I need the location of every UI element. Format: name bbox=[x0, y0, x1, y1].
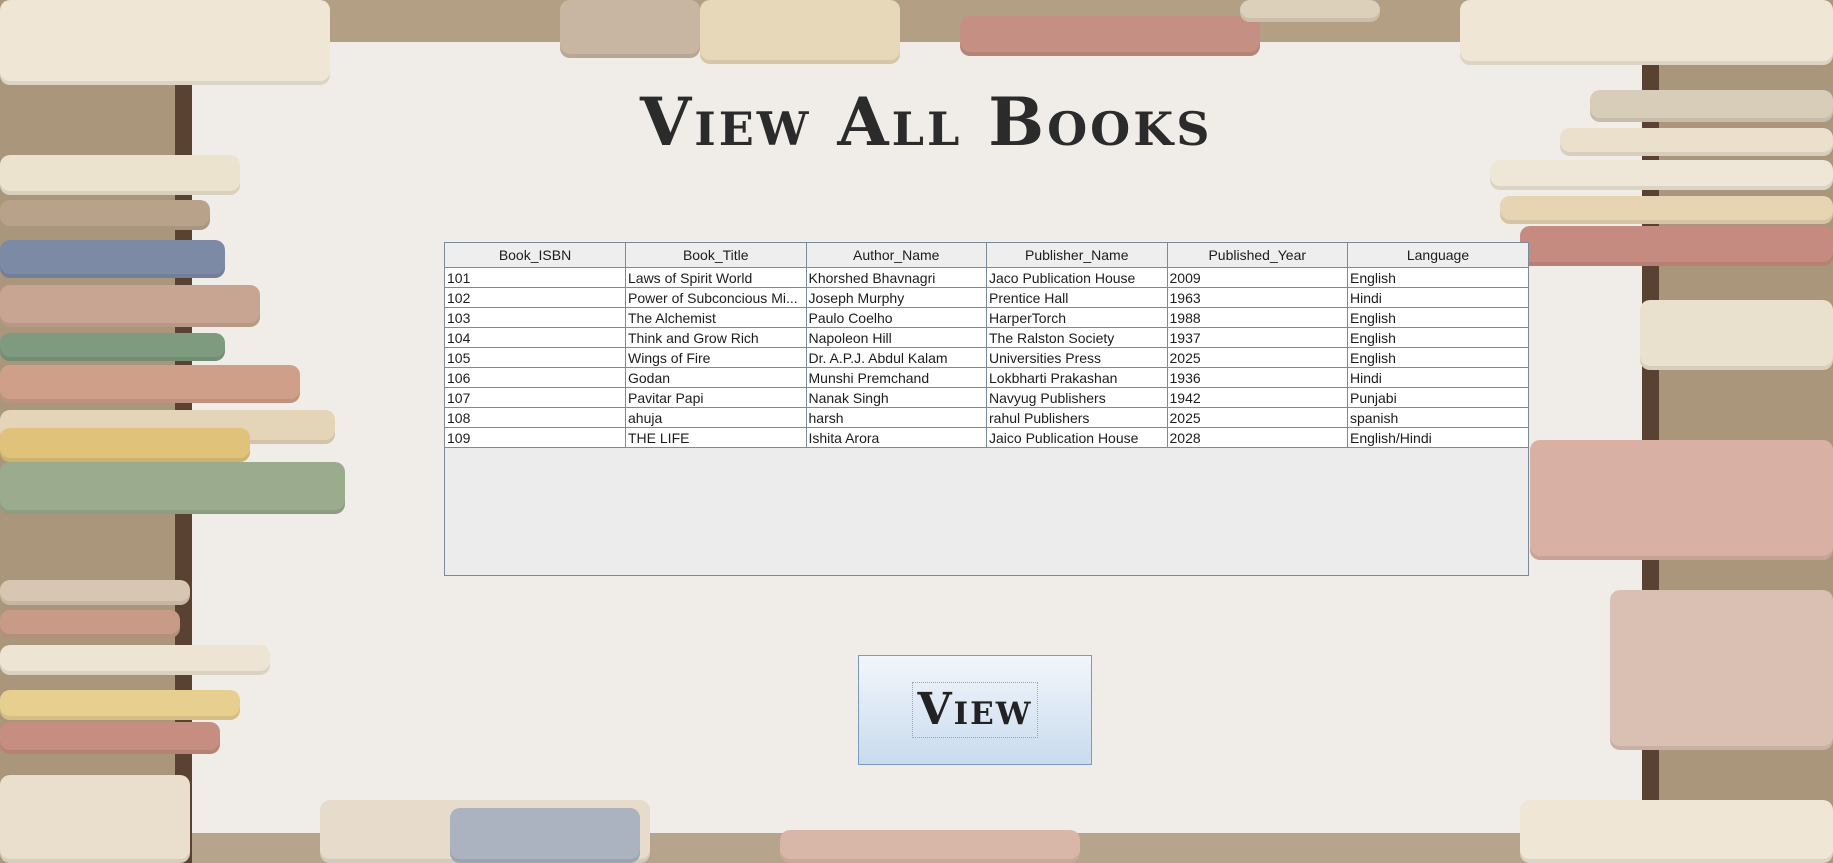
table-cell[interactable]: 102 bbox=[445, 287, 626, 308]
books-table[interactable]: Book_ISBN Book_Title Author_Name Publish… bbox=[444, 242, 1529, 576]
table-cell[interactable]: English bbox=[1347, 267, 1528, 288]
table-cell[interactable]: Universities Press bbox=[986, 347, 1168, 368]
table-row[interactable]: 103 The Alchemist Paulo Coelho HarperTorch 1… bbox=[445, 307, 1528, 328]
table-row[interactable]: 107 Pavitar Papi Nanak Singh Navyug Publish… bbox=[445, 387, 1528, 408]
table-cell[interactable]: harsh bbox=[805, 407, 987, 428]
table-cell[interactable]: Jaico Publication House bbox=[986, 427, 1168, 448]
background-wood-top bbox=[190, 0, 1643, 42]
table-cell[interactable]: Prentice Hall bbox=[986, 287, 1168, 308]
table-cell[interactable]: 105 bbox=[445, 347, 626, 368]
page-title: View All Books bbox=[640, 83, 1213, 161]
table-cell[interactable]: 109 bbox=[445, 427, 626, 448]
table-cell[interactable]: Jaco Publication House bbox=[986, 267, 1168, 288]
table-cell[interactable]: The Ralston Society bbox=[986, 327, 1168, 348]
table-cell[interactable]: Munshi Premchand bbox=[805, 367, 987, 388]
table-cell[interactable]: 108 bbox=[445, 407, 626, 428]
table-cell[interactable]: Paulo Coelho bbox=[805, 307, 987, 328]
column-header-book-isbn[interactable]: Book_ISBN bbox=[445, 243, 626, 268]
table-cell[interactable]: The Alchemist bbox=[625, 307, 807, 328]
table-cell[interactable]: 106 bbox=[445, 367, 626, 388]
table-row[interactable]: 109 THE LIFE Ishita Arora Jaico Publication… bbox=[445, 427, 1528, 448]
table-cell[interactable]: spanish bbox=[1347, 407, 1528, 428]
table-cell[interactable]: 1937 bbox=[1166, 327, 1348, 348]
table-cell[interactable]: Hindi bbox=[1347, 367, 1528, 388]
table-cell[interactable]: English bbox=[1347, 347, 1528, 368]
table-cell[interactable]: Joseph Murphy bbox=[805, 287, 987, 308]
table-cell[interactable]: 1963 bbox=[1166, 287, 1348, 308]
table-cell[interactable]: Laws of Spirit World bbox=[625, 267, 807, 288]
table-cell[interactable]: 103 bbox=[445, 307, 626, 328]
table-cell[interactable]: Lokbharti Prakashan bbox=[986, 367, 1168, 388]
table-cell[interactable]: 2025 bbox=[1166, 347, 1348, 368]
table-cell[interactable]: Nanak Singh bbox=[805, 387, 987, 408]
table-cell[interactable]: ahuja bbox=[625, 407, 807, 428]
table-cell[interactable]: THE LIFE bbox=[625, 427, 807, 448]
column-header-book-title[interactable]: Book_Title bbox=[625, 243, 807, 268]
table-cell[interactable]: Godan bbox=[625, 367, 807, 388]
table-cell[interactable]: Dr. A.P.J. Abdul Kalam bbox=[805, 347, 987, 368]
table-cell[interactable]: 2009 bbox=[1166, 267, 1348, 288]
table-cell[interactable]: 1942 bbox=[1166, 387, 1348, 408]
table-cell[interactable]: Navyug Publishers bbox=[986, 387, 1168, 408]
table-cell[interactable]: HarperTorch bbox=[986, 307, 1168, 328]
table-cell[interactable]: Punjabi bbox=[1347, 387, 1528, 408]
table-cell[interactable]: Wings of Fire bbox=[625, 347, 807, 368]
column-header-language[interactable]: Language bbox=[1347, 243, 1528, 268]
table-cell[interactable]: English/Hindi bbox=[1347, 427, 1528, 448]
table-cell[interactable]: English bbox=[1347, 327, 1528, 348]
view-button[interactable]: View bbox=[858, 655, 1092, 765]
column-header-published-year[interactable]: Published_Year bbox=[1166, 243, 1348, 268]
table-cell[interactable]: 1936 bbox=[1166, 367, 1348, 388]
table-cell[interactable]: rahul Publishers bbox=[986, 407, 1168, 428]
table-cell[interactable]: 107 bbox=[445, 387, 626, 408]
table-cell[interactable]: English bbox=[1347, 307, 1528, 328]
table-cell[interactable]: 104 bbox=[445, 327, 626, 348]
table-row[interactable]: 104 Think and Grow Rich Napoleon Hill The R… bbox=[445, 327, 1528, 348]
table-cell[interactable]: Pavitar Papi bbox=[625, 387, 807, 408]
table-cell[interactable]: Hindi bbox=[1347, 287, 1528, 308]
column-header-publisher-name[interactable]: Publisher_Name bbox=[986, 243, 1168, 268]
table-header-row: Book_ISBN Book_Title Author_Name Publish… bbox=[445, 243, 1528, 268]
table-cell[interactable]: Ishita Arora bbox=[805, 427, 987, 448]
table-row[interactable]: 105 Wings of Fire Dr. A.P.J. Abdul Kalam Un… bbox=[445, 347, 1528, 368]
table-row[interactable]: 101 Laws of Spirit World Khorshed Bhavnagr… bbox=[445, 267, 1528, 288]
table-body: 101 Laws of Spirit World Khorshed Bhavnagr… bbox=[445, 267, 1528, 448]
table-cell[interactable]: 2025 bbox=[1166, 407, 1348, 428]
table-row[interactable]: 106 Godan Munshi Premchand Lokbharti Prakas… bbox=[445, 367, 1528, 388]
view-button-label: View bbox=[912, 682, 1038, 738]
table-cell[interactable]: 101 bbox=[445, 267, 626, 288]
table-cell[interactable]: Khorshed Bhavnagri bbox=[805, 267, 987, 288]
column-header-author-name[interactable]: Author_Name bbox=[805, 243, 987, 268]
table-row[interactable]: 102 Power of Subconcious Mi... Joseph Murp… bbox=[445, 287, 1528, 308]
table-row[interactable]: 108 ahuja harsh rahul Publishers 2025 spanish bbox=[445, 407, 1528, 428]
table-cell[interactable]: Power of Subconcious Mi... bbox=[625, 287, 807, 308]
table-cell[interactable]: Napoleon Hill bbox=[805, 327, 987, 348]
table-cell[interactable]: Think and Grow Rich bbox=[625, 327, 807, 348]
table-cell[interactable]: 2028 bbox=[1166, 427, 1348, 448]
table-cell[interactable]: 1988 bbox=[1166, 307, 1348, 328]
